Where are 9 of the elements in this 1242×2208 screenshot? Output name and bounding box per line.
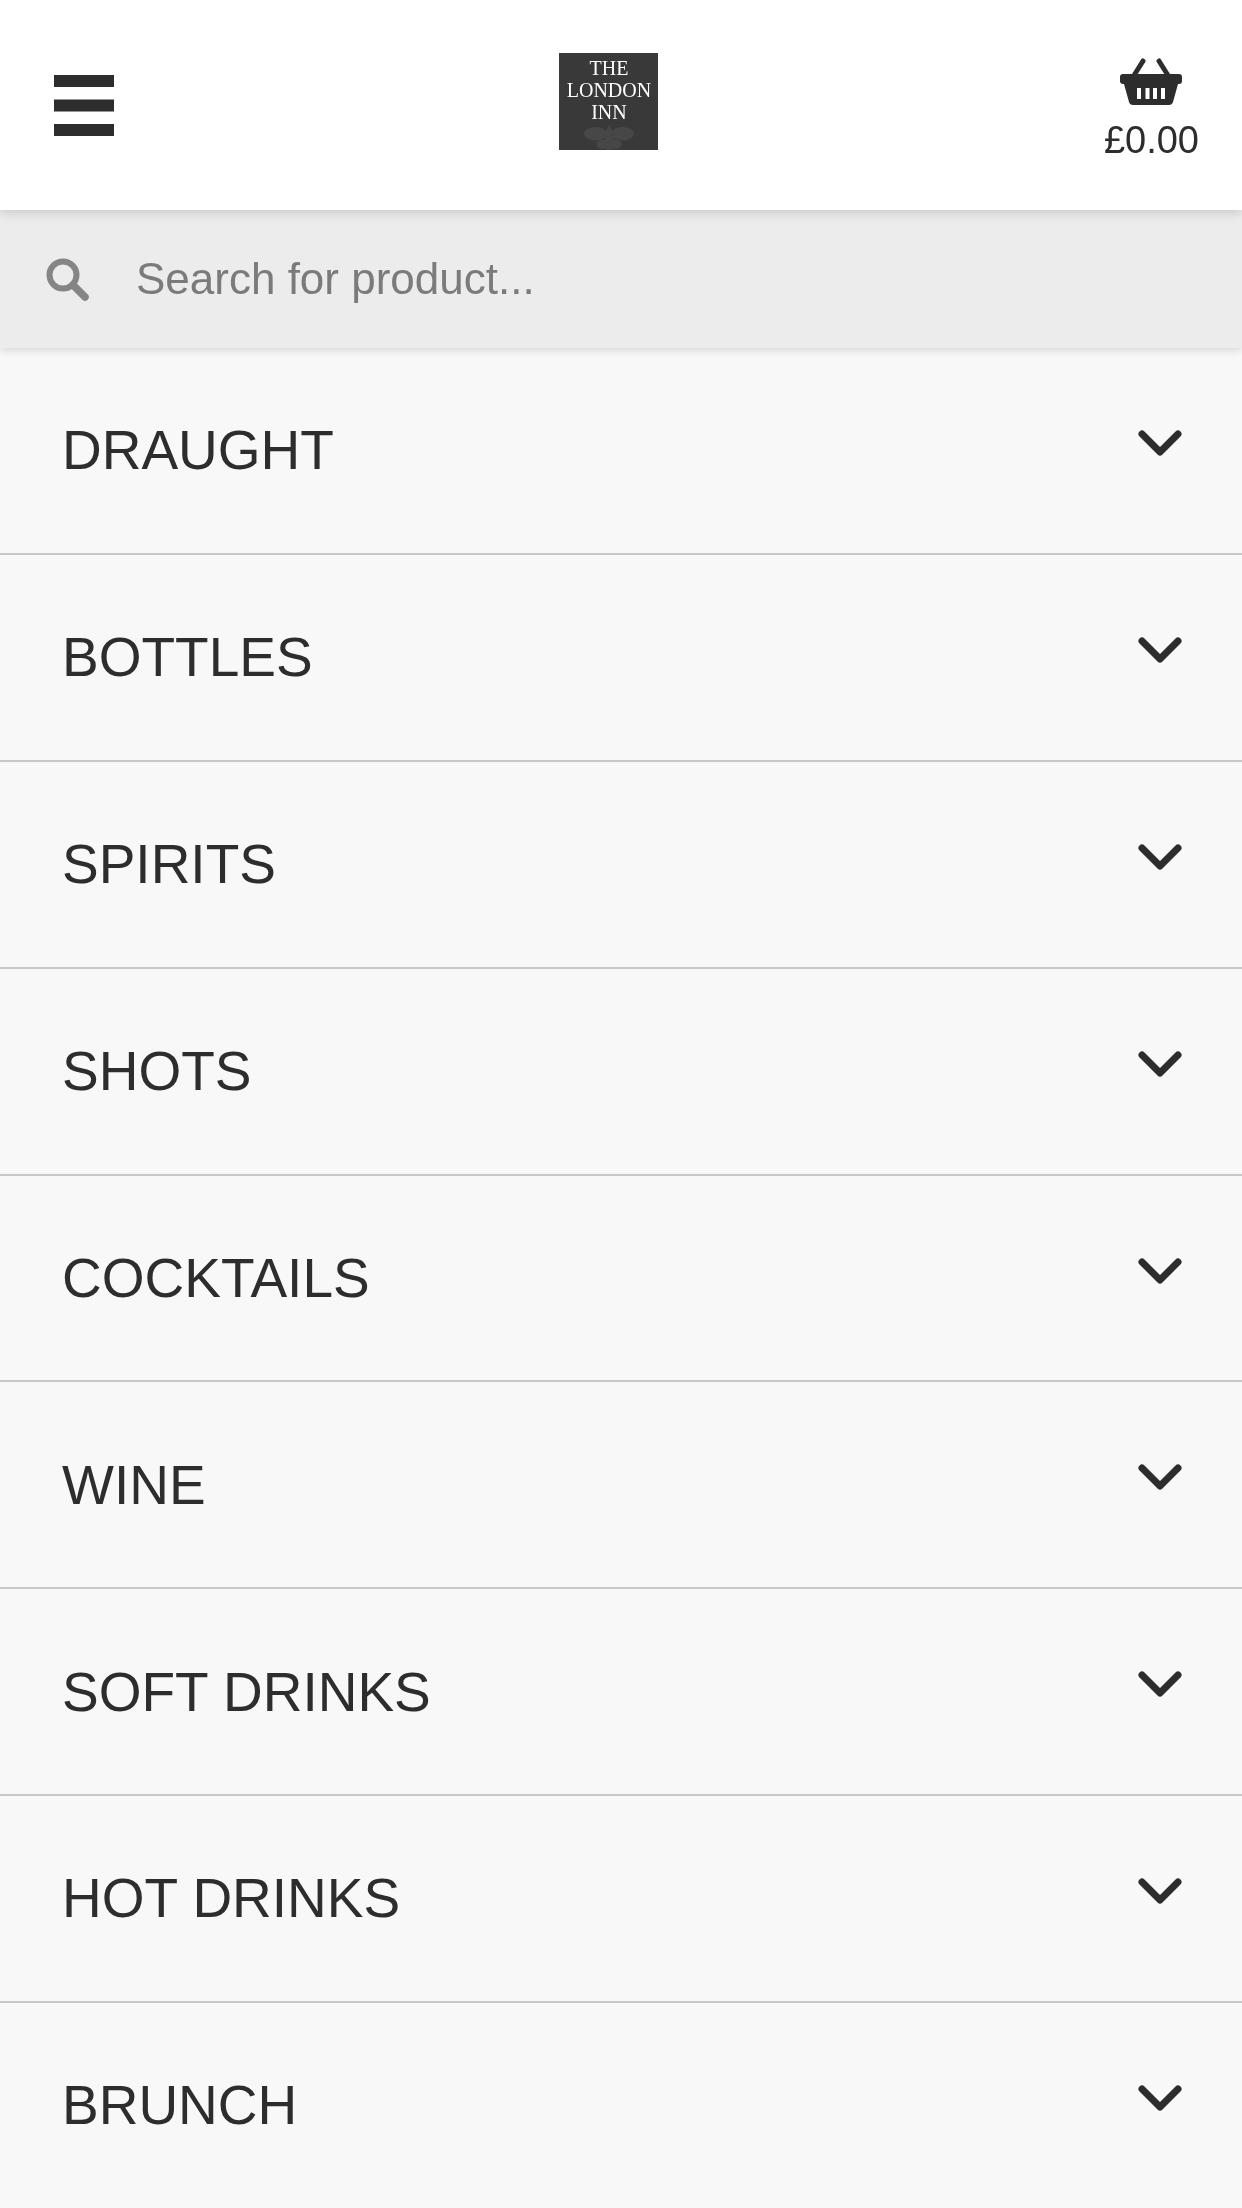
logo[interactable]: THE LONDON INN	[559, 52, 659, 150]
cart-button[interactable]: £0.00	[1103, 57, 1199, 159]
menu-icon[interactable]	[54, 74, 114, 136]
crest-icon	[581, 124, 636, 150]
basket-icon	[1120, 57, 1183, 105]
search-field[interactable]: Search for product...	[0, 210, 1242, 348]
search-icon	[45, 256, 90, 302]
logo-text: THE LONDON INN	[565, 56, 653, 123]
search-input[interactable]: Search for product...	[136, 246, 1202, 312]
